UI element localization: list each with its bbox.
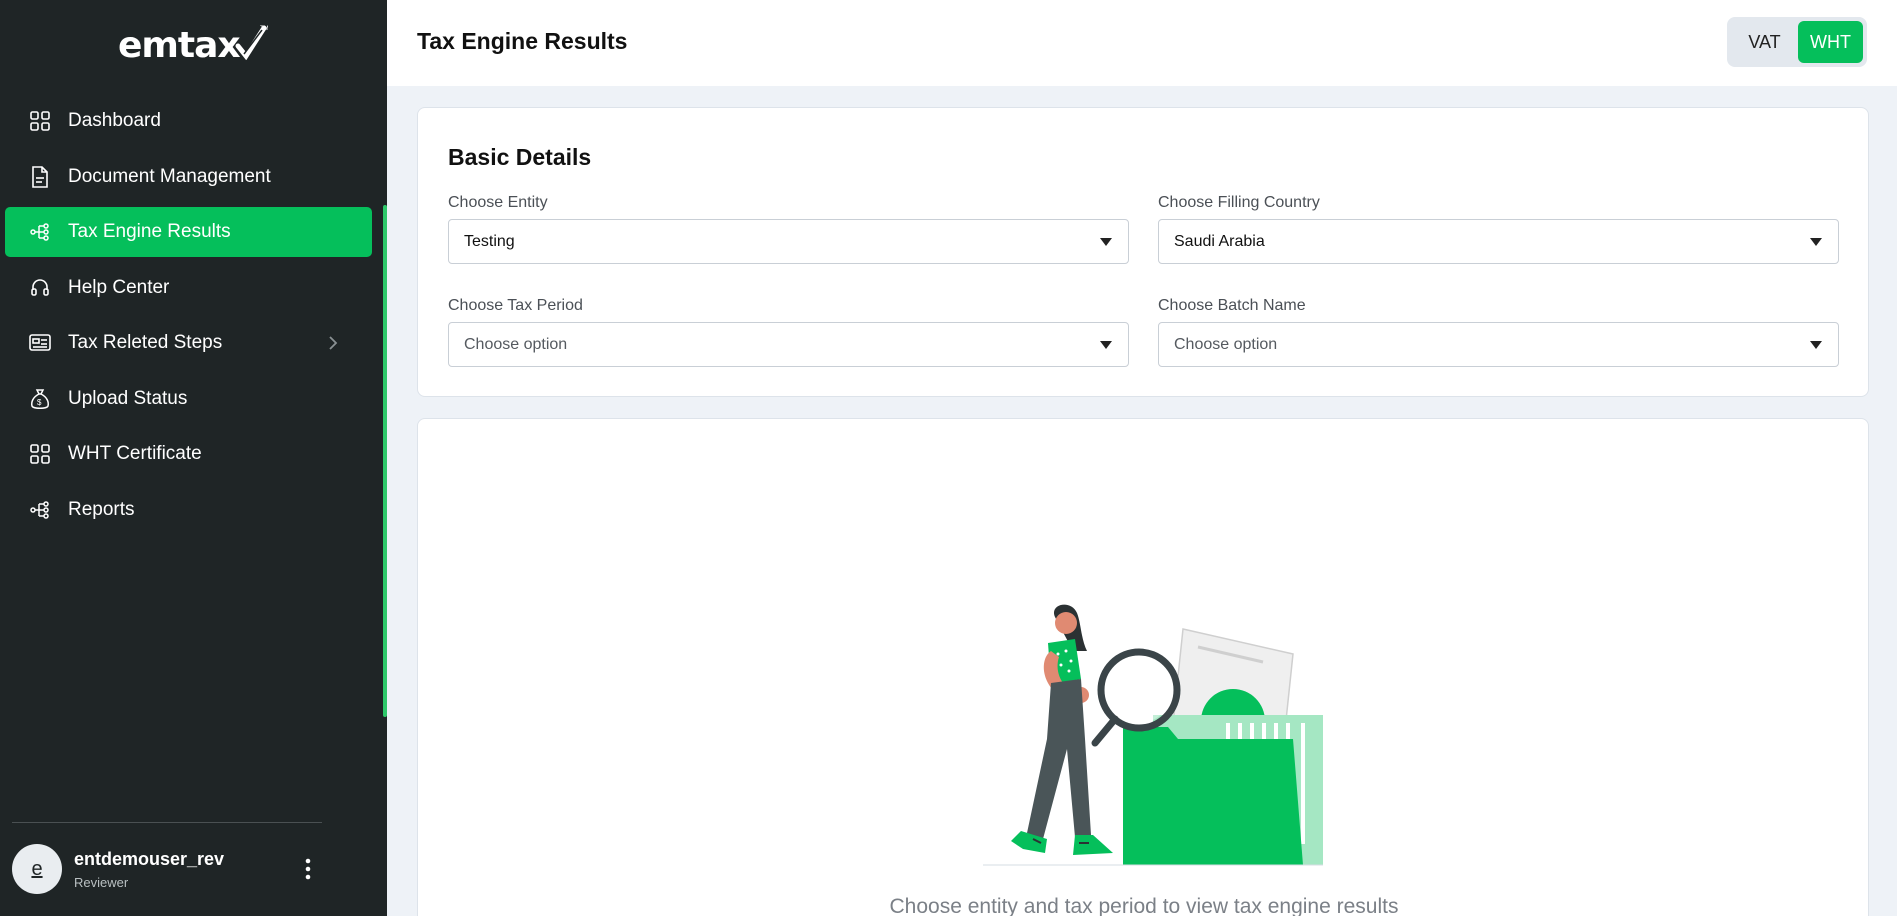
svg-text:TM: TM xyxy=(260,26,268,32)
toggle-wht-button[interactable]: WHT xyxy=(1797,21,1863,63)
sidebar-scrollbar[interactable] xyxy=(383,205,387,717)
empty-state-message: Choose entity and tax period to view tax… xyxy=(889,895,1399,916)
entity-field: Choose Entity Testing xyxy=(448,194,1129,264)
sidebar-divider xyxy=(12,822,322,823)
top-header: Tax Engine Results VAT WHT xyxy=(387,0,1897,86)
avatar[interactable]: e xyxy=(12,844,62,894)
grid-icon xyxy=(29,443,51,465)
batch-name-select[interactable]: Choose option xyxy=(1158,322,1839,367)
tax-period-field: Choose Tax Period Choose option xyxy=(448,297,1129,367)
more-vertical-icon[interactable] xyxy=(296,857,320,881)
sidebar-item-label: WHT Certificate xyxy=(68,443,202,464)
sidebar-item-dashboard[interactable]: Dashboard xyxy=(5,96,372,146)
sidebar-item-label: Dashboard xyxy=(68,110,161,131)
app-root: emtax TM Dashboard Document Management T… xyxy=(0,0,1897,916)
tax-type-toggle: VAT WHT xyxy=(1727,17,1867,67)
select-value: Saudi Arabia xyxy=(1174,232,1265,250)
batch-name-field: Choose Batch Name Choose option xyxy=(1158,297,1839,367)
select-value: Choose option xyxy=(1174,335,1278,353)
sidebar-item-label: Document Management xyxy=(68,165,271,187)
tax-period-select[interactable]: Choose option xyxy=(448,322,1129,367)
sidebar-item-label: Tax Releted Steps xyxy=(68,332,223,353)
chevron-right-icon xyxy=(329,336,338,350)
grid-icon xyxy=(29,110,51,132)
sidebar-item-label: Help Center xyxy=(68,276,170,298)
sidebar-nav: Dashboard Document Management Tax Engine… xyxy=(5,96,372,540)
sidebar-item-label: Reports xyxy=(68,498,135,520)
field-label: Choose Entity xyxy=(448,194,548,211)
sidebar-item-label: Upload Status xyxy=(68,387,188,409)
caret-down-icon xyxy=(1100,238,1112,246)
money-bag-icon: $ xyxy=(29,388,51,410)
sidebar-item-document-management[interactable]: Document Management xyxy=(5,152,372,202)
user-role: Reviewer xyxy=(74,874,129,890)
sidebar-item-upload-status[interactable]: $ Upload Status xyxy=(5,374,372,424)
page-title: Tax Engine Results xyxy=(417,28,628,54)
empty-state-illustration xyxy=(983,604,1323,866)
hierarchy-icon xyxy=(29,221,51,243)
sidebar-item-tax-releted-steps[interactable]: Tax Releted Steps xyxy=(5,318,372,368)
sidebar: emtax TM Dashboard Document Management T… xyxy=(0,0,387,916)
caret-down-icon xyxy=(1100,341,1112,349)
field-label: Choose Filling Country xyxy=(1158,194,1320,211)
toggle-vat-button[interactable]: VAT xyxy=(1731,21,1798,63)
field-label: Choose Tax Period xyxy=(448,297,583,314)
results-card: Choose entity and tax period to view tax… xyxy=(417,418,1869,916)
select-value: Choose option xyxy=(464,335,568,353)
card-title: Basic Details xyxy=(448,144,592,170)
headset-icon xyxy=(29,277,51,299)
logo-text: emtax xyxy=(118,24,241,66)
sidebar-item-reports[interactable]: Reports xyxy=(5,485,372,535)
field-label: Choose Batch Name xyxy=(1158,297,1306,314)
list-card-icon xyxy=(29,332,51,354)
sidebar-item-tax-engine-results[interactable]: Tax Engine Results xyxy=(5,207,372,257)
filling-country-select[interactable]: Saudi Arabia xyxy=(1158,219,1839,264)
select-value: Testing xyxy=(464,232,515,250)
entity-select[interactable]: Testing xyxy=(448,219,1129,264)
user-info: entdemouser_rev Reviewer xyxy=(74,849,224,890)
checkmark-logo-icon: TM xyxy=(235,25,268,60)
user-name: entdemouser_rev xyxy=(74,848,225,869)
basic-details-card: Basic Details Choose Entity Testing Choo… xyxy=(417,107,1869,397)
hierarchy-icon xyxy=(29,499,51,521)
user-profile: e entdemouser_rev Reviewer xyxy=(12,844,322,894)
caret-down-icon xyxy=(1810,238,1822,246)
sidebar-item-help-center[interactable]: Help Center xyxy=(5,263,372,313)
sidebar-item-label: Tax Engine Results xyxy=(68,221,231,242)
filling-country-field: Choose Filling Country Saudi Arabia xyxy=(1158,194,1839,264)
sidebar-item-wht-certificate[interactable]: WHT Certificate xyxy=(5,429,372,479)
svg-text:$: $ xyxy=(37,398,42,407)
brand-logo[interactable]: emtax TM xyxy=(118,20,268,70)
caret-down-icon xyxy=(1810,341,1822,349)
document-icon xyxy=(29,165,51,188)
